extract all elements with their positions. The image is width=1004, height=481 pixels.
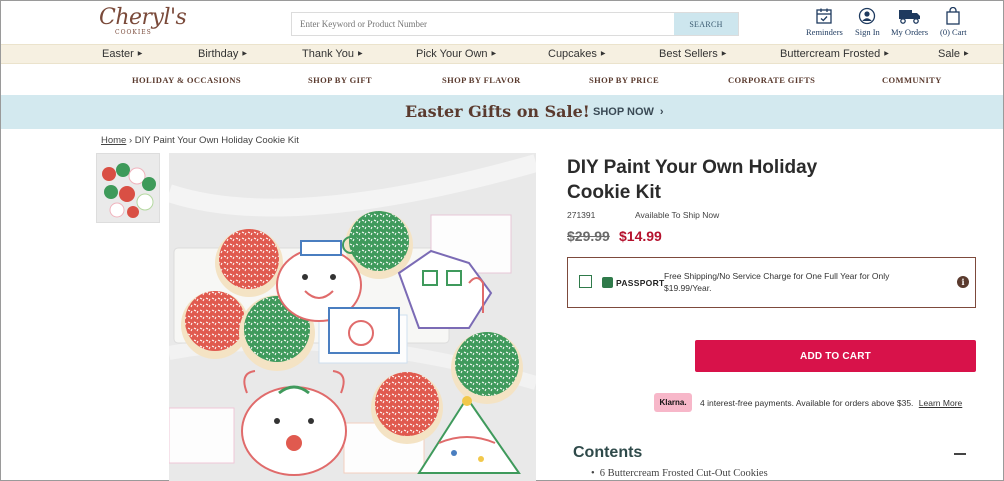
passport-description: Free Shipping/No Service Charge for One …: [664, 271, 890, 293]
user-icon: [859, 7, 876, 25]
passport-checkbox[interactable]: [579, 275, 592, 288]
shop-now-link[interactable]: SHOP NOW ›: [593, 106, 664, 118]
klarna-learn-more-link[interactable]: Learn More: [919, 398, 962, 408]
contents-list-item: 6 Buttercream Frosted Cut-Out Cookies: [591, 468, 768, 479]
klarna-logo: Klarna.: [654, 393, 692, 412]
promo-banner[interactable]: Easter Gifts on Sale! SHOP NOW ›: [1, 95, 1003, 129]
category-pick-your-own[interactable]: Pick Your Own ▶: [416, 48, 496, 60]
breadcrumb-home[interactable]: Home: [101, 135, 126, 146]
chevron-right-icon: ›: [659, 106, 664, 118]
thumbnail-image: [97, 154, 159, 222]
my-orders-label: My Orders: [891, 27, 929, 37]
category-cupcakes[interactable]: Cupcakes ▶: [548, 48, 606, 60]
breadcrumb: Home › DIY Paint Your Own Holiday Cookie…: [101, 135, 299, 146]
sale-price: $14.99: [619, 228, 662, 244]
cart-label: (0) Cart: [940, 27, 967, 37]
caret-right-icon: ▶: [358, 51, 363, 57]
contents-heading[interactable]: Contents: [573, 444, 642, 462]
logo-subtext: COOKIES: [115, 29, 152, 36]
caret-right-icon: ▶: [137, 51, 143, 57]
collapse-minus-icon[interactable]: [954, 453, 966, 455]
site-header: Cheryl's COOKIES SEARCH Reminders Sign I…: [1, 1, 1003, 44]
caret-right-icon: ▶: [491, 51, 497, 57]
bag-icon: [946, 7, 960, 25]
category-birthday[interactable]: Birthday ▶: [198, 48, 247, 60]
caret-right-icon: ▶: [242, 51, 247, 57]
category-buttercream-frosted[interactable]: Buttercream Frosted ▶: [780, 48, 889, 60]
reminders-label: Reminders: [806, 27, 843, 37]
klarna-message: 4 interest-free payments. Available for …: [700, 398, 962, 408]
sign-in-label: Sign In: [855, 27, 880, 37]
search-button[interactable]: SEARCH: [674, 13, 738, 35]
calendar-icon: [816, 8, 833, 24]
passport-offer: PASSPORT Free Shipping/No Service Charge…: [567, 257, 976, 308]
product-thumbnail[interactable]: [96, 153, 160, 223]
search-bar: SEARCH: [291, 12, 739, 36]
cheryls-logo[interactable]: Cheryl's COOKIES: [99, 5, 187, 36]
caret-right-icon: ▶: [721, 51, 727, 57]
passport-icon: [602, 277, 613, 288]
availability-status: Available To Ship Now: [635, 210, 720, 220]
sign-in-link[interactable]: Sign In: [855, 7, 880, 37]
subnav-shop-by-flavor[interactable]: SHOP BY FLAVOR: [442, 75, 521, 85]
caret-right-icon: ▶: [964, 51, 969, 57]
category-best-sellers[interactable]: Best Sellers ▶: [659, 48, 726, 60]
original-price: $29.99: [567, 228, 610, 244]
category-easter[interactable]: Easter ▶: [102, 48, 142, 60]
subnav-holiday-occasions[interactable]: HOLIDAY & OCCASIONS: [132, 75, 241, 85]
category-thank-you[interactable]: Thank You ▶: [302, 48, 363, 60]
subnav-shop-by-gift[interactable]: SHOP BY GIFT: [308, 75, 372, 85]
breadcrumb-current: DIY Paint Your Own Holiday Cookie Kit: [134, 135, 299, 146]
banner-title: Easter Gifts on Sale!: [405, 102, 590, 121]
product-sku: 271391: [567, 210, 596, 220]
truck-icon: [898, 10, 920, 24]
add-to-cart-button[interactable]: ADD TO CART: [695, 340, 976, 372]
subnav-shop-by-price[interactable]: SHOP BY PRICE: [589, 75, 659, 85]
product-title: DIY Paint Your Own Holiday Cookie Kit: [567, 157, 818, 203]
subnav-corporate-gifts[interactable]: CORPORATE GIFTS: [728, 75, 815, 85]
reminders-link[interactable]: Reminders: [806, 7, 843, 37]
category-nav: Easter ▶ Birthday ▶ Thank You ▶ Pick Your O…: [1, 44, 1003, 64]
klarna-text: 4 interest-free payments. Available for …: [700, 398, 914, 408]
secondary-nav: HOLIDAY & OCCASIONS SHOP BY GIFT SHOP BY…: [1, 64, 1003, 95]
search-input[interactable]: [292, 13, 676, 35]
caret-right-icon: ▶: [600, 51, 606, 57]
subnav-community[interactable]: COMMUNITY: [882, 75, 942, 85]
category-sale[interactable]: Sale ▶: [938, 48, 969, 60]
logo-text[interactable]: Cheryl's: [99, 5, 187, 30]
product-main-image[interactable]: [169, 153, 536, 481]
passport-logo: PASSPORT: [602, 277, 665, 288]
my-orders-link[interactable]: My Orders: [891, 7, 928, 37]
caret-right-icon: ▶: [884, 51, 889, 57]
cookie-kit-photo: [169, 153, 536, 481]
cart-link[interactable]: (0) Cart: [940, 7, 967, 37]
info-icon[interactable]: i: [957, 276, 969, 288]
